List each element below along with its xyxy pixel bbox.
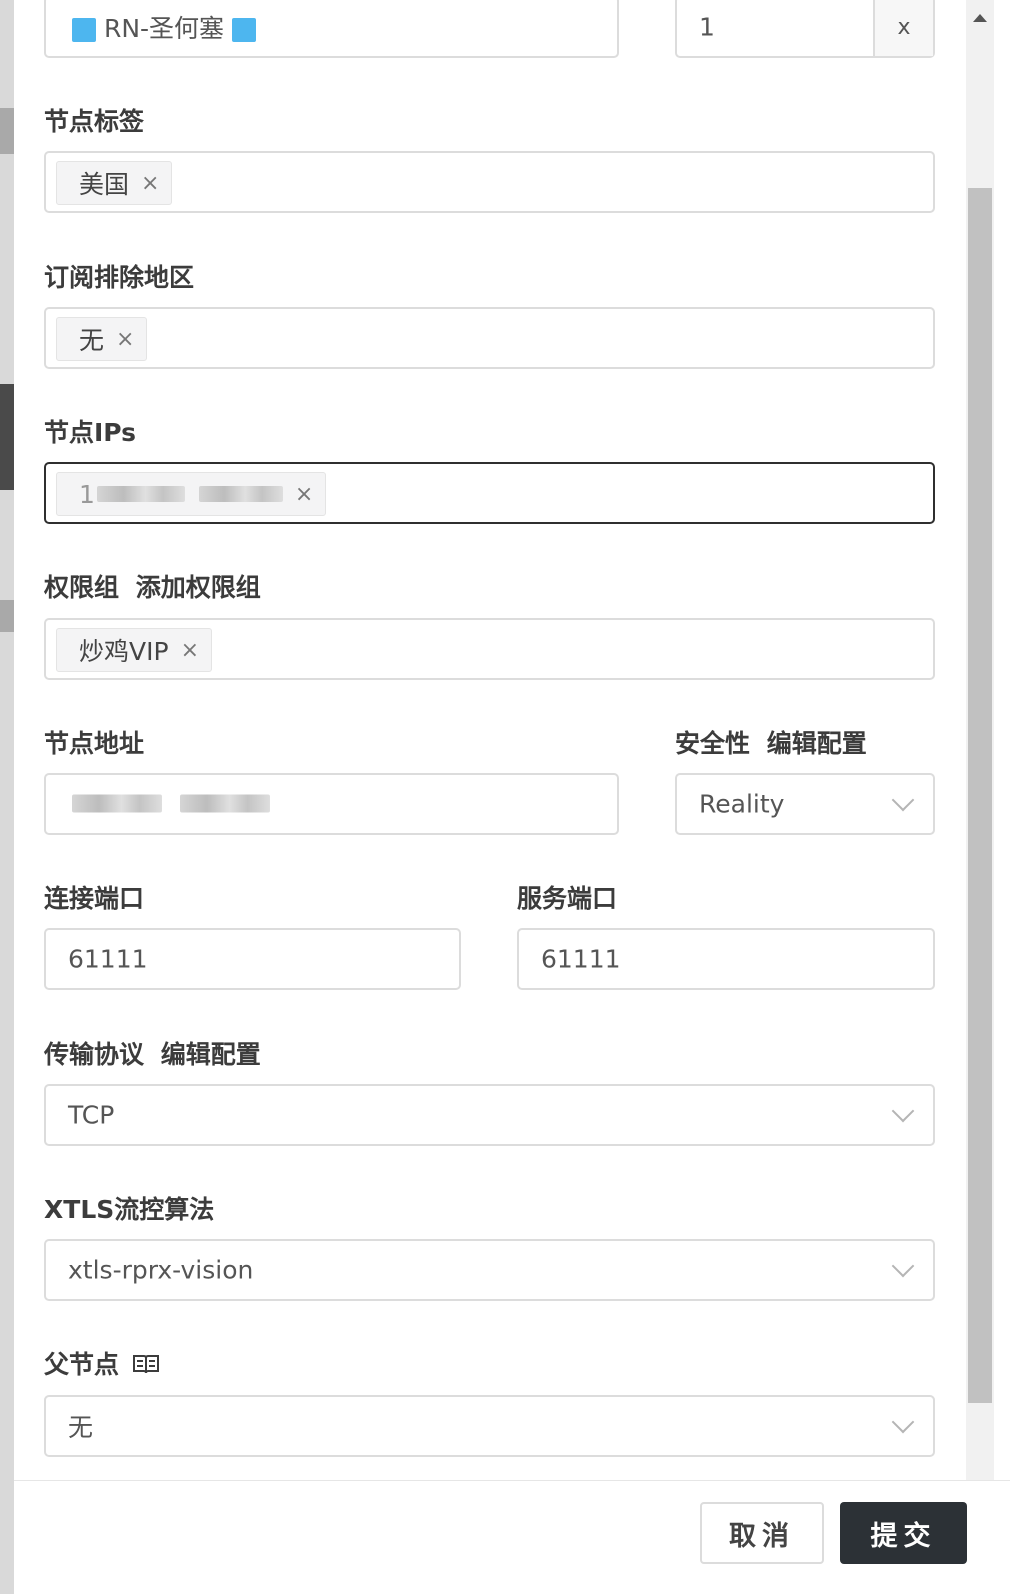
flow-value: xtls-rprx-vision [68,1255,254,1285]
server-port-label: 服务端口 [517,884,618,913]
chevron-down-icon [891,1254,915,1278]
address-label: 节点地址 [44,729,145,758]
exclude-regions-label: 订阅排除地区 [44,263,195,292]
groups-label-text: 权限组 [44,573,120,602]
submit-button[interactable]: 提交 [840,1502,967,1564]
tag-chip: 美国 × [56,161,173,205]
address-input[interactable] [44,773,619,835]
parent-select[interactable]: 无 [44,1395,935,1457]
address-value [72,790,270,819]
server-port-input[interactable]: 61111 [517,928,935,990]
ips-label: 节点IPs [44,418,137,447]
rate-value: 1 [699,12,715,42]
footer-divider [14,1480,1010,1481]
transport-label-text: 传输协议 [44,1040,145,1069]
security-value: Reality [699,789,785,819]
transport-value: TCP [68,1100,115,1130]
security-label-text: 安全性 [675,729,751,758]
book-icon[interactable] [132,1352,160,1376]
redacted-ip-part [198,486,283,502]
ips-select[interactable]: 1 × [44,462,935,524]
cancel-button[interactable]: 取消 [700,1502,824,1564]
exclude-regions-select[interactable]: 无 × [44,307,935,369]
flow-select[interactable]: xtls-rprx-vision [44,1239,935,1301]
connect-port-value: 61111 [68,944,148,974]
group-chip: 炒鸡VIP × [56,628,212,672]
chevron-down-icon [891,788,915,812]
security-select[interactable]: Reality [675,773,935,835]
connect-port-label: 连接端口 [44,884,145,913]
parent-label-text: 父节点 [44,1350,120,1379]
modal-backdrop [0,0,14,1594]
groups-label: 权限组 添加权限组 [44,568,261,604]
flag-square-icon [72,18,96,42]
transport-label: 传输协议 编辑配置 [44,1035,261,1071]
region-chip: 无 × [56,317,148,361]
scrollbar-thumb[interactable] [968,188,992,1403]
parent-value: 无 [68,1413,94,1442]
node-name-input[interactable]: RN-圣何塞 [44,0,619,58]
tag-close-icon[interactable]: × [141,171,159,196]
tags-select[interactable]: 美国 × [44,151,935,213]
region-close-icon[interactable]: × [116,327,134,352]
rate-input[interactable]: 1 x [675,0,935,58]
ip-chip-label: 1 [79,479,95,509]
chevron-down-icon [891,1099,915,1123]
scroll-up-arrow-icon[interactable] [973,14,987,22]
region-chip-label: 无 [79,326,105,355]
scrollbar[interactable] [966,0,994,1480]
tag-chip-label: 美国 [79,170,130,199]
group-close-icon[interactable]: × [181,638,199,663]
transport-edit-link[interactable]: 编辑配置 [161,1040,261,1069]
flow-label: XTLS流控算法 [44,1195,215,1224]
parent-label: 父节点 [44,1345,160,1381]
connect-port-input[interactable]: 61111 [44,928,461,990]
groups-select[interactable]: 炒鸡VIP × [44,618,935,680]
redacted-ip-part [96,486,185,502]
security-label: 安全性 编辑配置 [675,724,867,760]
group-chip-label: 炒鸡VIP [79,637,169,666]
flag-square-icon [232,18,256,42]
chevron-down-icon [891,1410,915,1434]
add-group-link[interactable]: 添加权限组 [136,573,261,602]
node-name-text: RN-圣何塞 [103,14,225,43]
tags-label: 节点标签 [44,107,145,136]
ip-chip: 1 × [56,472,327,516]
ip-close-icon[interactable]: × [295,482,313,507]
security-edit-link[interactable]: 编辑配置 [767,729,867,758]
server-port-value: 61111 [541,944,621,974]
rate-suffix: x [873,0,933,56]
transport-select[interactable]: TCP [44,1084,935,1146]
